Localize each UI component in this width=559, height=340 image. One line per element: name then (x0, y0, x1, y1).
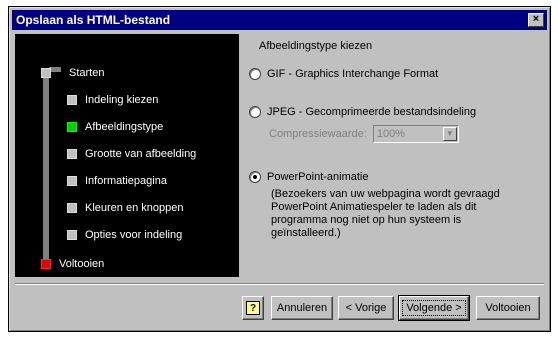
section-title: Afbeeldingstype kiezen (259, 40, 373, 52)
step-marker (67, 149, 77, 159)
next-label: Volgende > (402, 300, 466, 316)
step-label: Starten (69, 67, 105, 79)
cancel-label: Annuleren (276, 302, 328, 314)
close-button[interactable]: × (528, 13, 544, 27)
step-afbeeldingstype: Afbeeldingstype (41, 119, 231, 135)
chevron-down-icon: ▼ (442, 127, 457, 141)
step-label: Opties voor indeling (85, 229, 183, 241)
powerpoint-description: (Bezoekers van uw webpagina wordt gevraa… (271, 188, 500, 239)
compression-value: 100% (376, 128, 405, 140)
dialog-title: Opslaan als HTML-bestand (16, 13, 171, 27)
radio-label: PowerPoint-animatie (267, 171, 369, 183)
step-label: Grootte van afbeelding (85, 148, 197, 160)
compression-row: Compressiewaarde: 100% ▼ (269, 125, 459, 143)
radio-gif[interactable]: GIF - Graphics Interchange Format (249, 68, 438, 80)
step-indeling-kiezen: Indeling kiezen (41, 92, 231, 108)
radio-powerpoint-animatie[interactable]: PowerPoint-animatie (249, 171, 369, 183)
step-label: Kleuren en knoppen (85, 202, 184, 214)
step-marker-end (41, 259, 51, 269)
options-panel: Afbeeldingstype kiezen GIF - Graphics In… (239, 34, 546, 277)
back-button[interactable]: < Vorige (338, 296, 394, 320)
save-as-html-dialog: Opslaan als HTML-bestand × Starten Indel… (8, 6, 551, 332)
cancel-button[interactable]: Annuleren (271, 296, 333, 320)
radio-label: GIF - Graphics Interchange Format (267, 68, 439, 80)
step-marker (67, 176, 77, 186)
radio-jpeg[interactable]: JPEG - Gecomprimeerde bestandsindeling (249, 106, 476, 118)
help-icon: ? (246, 301, 260, 315)
title-bar: Opslaan als HTML-bestand × (12, 10, 547, 30)
step-label: Indeling kiezen (85, 94, 159, 106)
step-marker (67, 203, 77, 213)
radio-button[interactable] (249, 106, 261, 118)
step-marker (41, 68, 51, 78)
step-marker (67, 230, 77, 240)
compression-label: Compressiewaarde: (269, 128, 367, 140)
step-grootte-van-afbeelding: Grootte van afbeelding (41, 146, 231, 162)
step-label: Afbeeldingstype (85, 121, 164, 133)
radio-button-checked[interactable] (249, 171, 261, 183)
next-button[interactable]: Volgende > (398, 295, 470, 321)
step-kleuren-en-knoppen: Kleuren en knoppen (41, 200, 231, 216)
radio-button[interactable] (249, 68, 261, 80)
help-button[interactable]: ? (242, 296, 264, 320)
step-marker-active (67, 122, 77, 132)
step-label: Voltooien (59, 258, 105, 270)
step-marker (67, 95, 77, 105)
step-starten: Starten (41, 65, 231, 81)
back-label: < Vorige (345, 302, 387, 314)
separator (15, 283, 544, 285)
step-informatiepagina: Informatiepagina (41, 173, 231, 189)
radio-label: JPEG - Gecomprimeerde bestandsindeling (267, 106, 477, 118)
compression-select: 100% ▼ (372, 125, 459, 143)
wizard-steps-panel: Starten Indeling kiezen Afbeeldingstype … (15, 34, 239, 277)
finish-button[interactable]: Voltooien (476, 296, 540, 320)
step-label: Informatiepagina (85, 175, 167, 187)
finish-label: Voltooien (485, 302, 531, 314)
step-opties-voor-indeling: Opties voor indeling (41, 227, 231, 243)
step-voltooien: Voltooien (41, 256, 231, 272)
